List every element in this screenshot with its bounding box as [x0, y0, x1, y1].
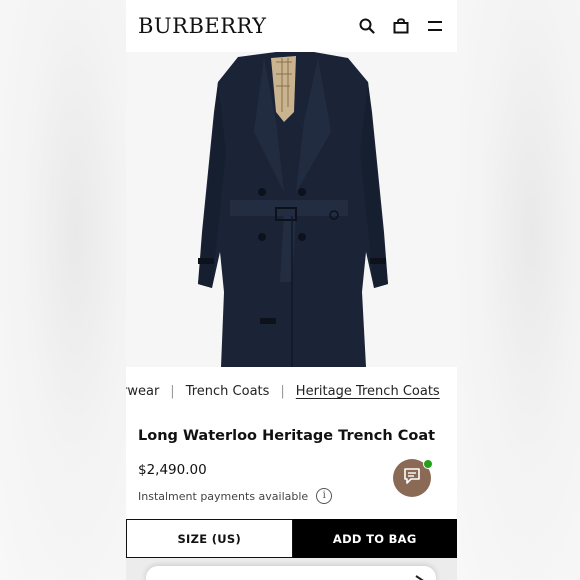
blurred-background-left — [0, 0, 126, 580]
product-image[interactable] — [126, 52, 457, 367]
breadcrumb: erwear | Trench Coats | Heritage Trench … — [126, 384, 457, 402]
product-title: Long Waterloo Heritage Trench Coat — [138, 428, 436, 444]
mobile-screen: BURBERRY wear | Trench Coats | Heritage … — [126, 0, 457, 580]
info-icon[interactable]: i — [316, 488, 333, 504]
bag-icon[interactable] — [393, 18, 409, 34]
size-selector-button[interactable]: SIZE (US) — [126, 519, 293, 558]
online-status-dot — [423, 459, 433, 469]
top-navigation-bar: BURBERRY — [126, 0, 457, 52]
instalment-info: Instalment payments available i — [138, 488, 333, 504]
breadcrumb-separator: | — [280, 384, 285, 399]
product-price: $2,490.00 — [138, 462, 207, 478]
purchase-actions: SIZE (US) ADD TO BAG — [126, 519, 457, 558]
search-icon[interactable] — [359, 18, 375, 34]
menu-icon[interactable] — [427, 19, 443, 33]
chat-icon — [403, 467, 421, 489]
add-to-bag-button[interactable]: ADD TO BAG — [292, 519, 457, 558]
header-icons — [359, 18, 443, 34]
breadcrumb-separator: | — [170, 384, 175, 399]
brand-logo[interactable]: BURBERRY — [138, 14, 267, 38]
blurred-background-right — [457, 0, 580, 580]
breadcrumb-item-heritage-trench-coats[interactable]: Heritage Trench Coats — [296, 384, 440, 399]
bottom-toolbar[interactable] — [146, 566, 436, 580]
breadcrumb-item-outerwear[interactable]: erwear — [126, 384, 159, 399]
chat-button[interactable] — [393, 459, 433, 497]
breadcrumb-item-trench-coats[interactable]: Trench Coats — [186, 384, 270, 399]
instalment-text: Instalment payments available — [138, 489, 309, 503]
